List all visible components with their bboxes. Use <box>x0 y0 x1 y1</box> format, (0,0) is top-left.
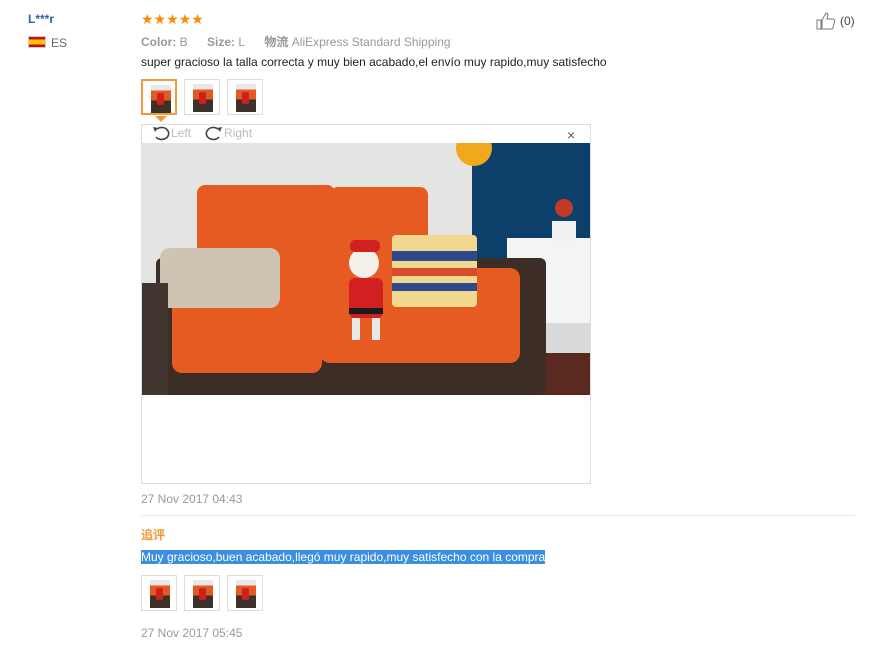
helpful-button[interactable]: (0) <box>816 12 855 30</box>
review-date: 27 Nov 2017 04:43 <box>141 492 243 506</box>
rotate-right-icon <box>205 126 223 141</box>
review-meta: Color: B Size: L 物流 AliExpress Standard … <box>141 33 467 50</box>
thumbs-up-icon <box>816 12 836 30</box>
color-label: Color: <box>141 35 177 49</box>
follow-up-thumbnail-2[interactable] <box>184 575 220 611</box>
follow-up-thumbnail-3[interactable] <box>227 575 263 611</box>
review-text: super gracioso la talla correcta y muy b… <box>141 55 607 69</box>
rotate-left-label: Left <box>171 126 192 140</box>
star-rating: ★★★★★ <box>141 11 204 27</box>
divider <box>141 515 855 516</box>
photo-dog-on-sofa <box>142 143 590 395</box>
follow-up-label: 追评 <box>141 528 166 542</box>
review-photo <box>142 143 590 395</box>
shipping-label: 物流 <box>264 35 289 49</box>
rotate-right-label: Right <box>224 126 253 140</box>
review-thumbnails <box>141 79 263 115</box>
active-thumbnail-caret <box>155 116 167 122</box>
rotate-right-button[interactable]: Right <box>205 125 252 141</box>
reviewer-name[interactable]: L***r <box>28 12 54 26</box>
thumbnail-3[interactable] <box>227 79 263 115</box>
follow-up-date: 27 Nov 2017 05:45 <box>141 626 243 640</box>
viewer-toolbar: Left Right <box>152 125 262 141</box>
thumbnail-1[interactable] <box>141 79 177 115</box>
spain-flag-icon <box>28 36 46 48</box>
helpful-count: (0) <box>840 14 855 28</box>
size-label: Size: <box>207 35 236 49</box>
viewer-close-button[interactable]: × <box>567 127 575 143</box>
rotate-left-icon <box>153 126 170 141</box>
rotate-left-button[interactable]: Left <box>152 125 191 141</box>
follow-up-thumbnail-1[interactable] <box>141 575 177 611</box>
follow-up-thumbnails <box>141 575 263 611</box>
follow-up-review-text: Muy gracioso,buen acabado,llegó muy rapi… <box>141 550 546 564</box>
size-value: L <box>238 35 246 49</box>
thumbnail-2[interactable] <box>184 79 220 115</box>
color-value: B <box>179 35 188 49</box>
reviewer-country: ES <box>51 36 68 50</box>
shipping-value: AliExpress Standard Shipping <box>291 35 451 49</box>
